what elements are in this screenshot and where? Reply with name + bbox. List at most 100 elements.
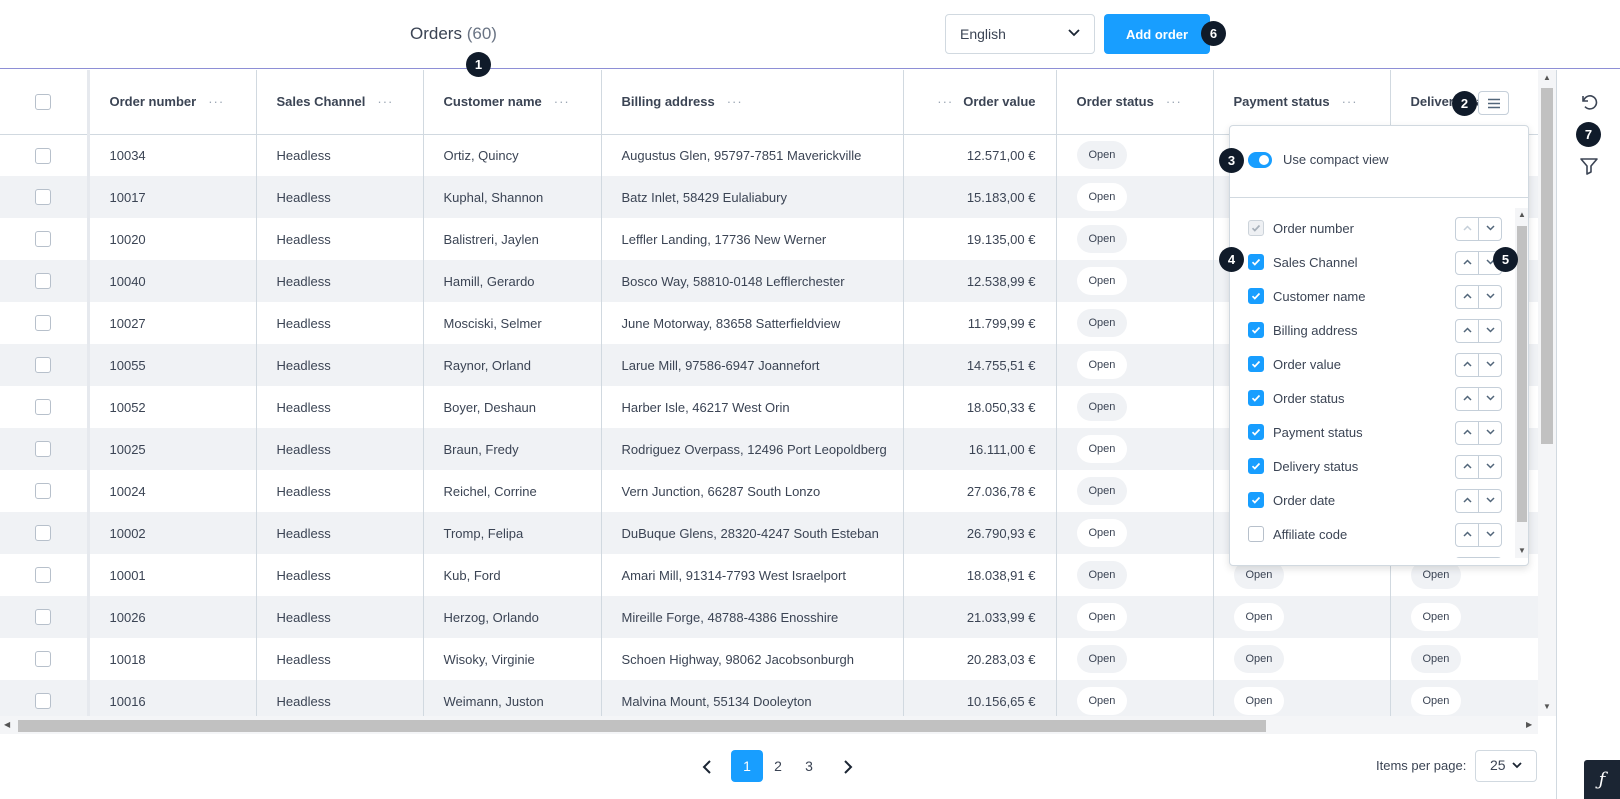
vertical-scrollbar-thumb[interactable] — [1541, 88, 1553, 444]
page-button-1[interactable]: 1 — [731, 750, 763, 782]
row-select-cell — [0, 554, 90, 596]
move-up-button[interactable] — [1456, 354, 1479, 376]
column-visibility-checkbox[interactable] — [1248, 390, 1264, 406]
order-number-cell[interactable]: 10026 — [88, 596, 257, 638]
row-checkbox[interactable] — [35, 693, 52, 710]
move-down-button[interactable] — [1479, 354, 1502, 376]
move-down-button[interactable] — [1479, 388, 1502, 410]
scroll-up-icon[interactable]: ▲ — [1518, 210, 1526, 219]
row-select-cell — [0, 680, 90, 716]
scroll-down-icon[interactable]: ▼ — [1543, 702, 1551, 711]
row-checkbox[interactable] — [35, 441, 52, 458]
column-menu-icon[interactable]: ··· — [1342, 94, 1358, 109]
order-number-cell[interactable]: 10055 — [88, 344, 257, 386]
row-checkbox[interactable] — [35, 189, 52, 206]
move-down-button[interactable] — [1479, 422, 1502, 444]
row-checkbox[interactable] — [35, 525, 52, 542]
chevron-right-icon[interactable] — [843, 760, 853, 774]
scroll-left-icon[interactable]: ◀ — [4, 720, 10, 729]
column-visibility-checkbox[interactable] — [1248, 254, 1264, 270]
column-visibility-checkbox[interactable] — [1248, 458, 1264, 474]
move-down-button[interactable] — [1479, 456, 1502, 478]
order-number-cell[interactable]: 10025 — [88, 428, 257, 470]
column-header-billing-address[interactable]: Billing address ··· — [601, 70, 904, 135]
vertical-scrollbar[interactable]: ▲ ▼ — [1538, 70, 1556, 716]
chevron-left-icon[interactable] — [702, 760, 712, 774]
add-order-button[interactable]: Add order — [1104, 14, 1210, 54]
row-checkbox[interactable] — [35, 399, 52, 416]
row-checkbox[interactable] — [35, 651, 52, 668]
order-value-cell: 27.036,78 € — [903, 470, 1057, 512]
order-number-cell[interactable]: 10020 — [88, 218, 257, 260]
filter-icon[interactable] — [1579, 156, 1599, 176]
move-up-button[interactable] — [1456, 456, 1479, 478]
order-number-cell[interactable]: 10034 — [88, 134, 257, 176]
move-down-button[interactable] — [1479, 490, 1502, 512]
order-number-cell[interactable]: 10052 — [88, 386, 257, 428]
row-checkbox[interactable] — [35, 273, 52, 290]
column-menu-icon[interactable]: ··· — [727, 94, 743, 109]
move-up-button[interactable] — [1456, 218, 1479, 240]
column-header-order-status[interactable]: Order status ··· — [1056, 70, 1214, 135]
language-select[interactable]: English — [945, 14, 1095, 54]
scroll-down-icon[interactable]: ▼ — [1518, 546, 1526, 555]
move-up-button[interactable] — [1456, 388, 1479, 410]
order-number-cell[interactable]: 10027 — [88, 302, 257, 344]
column-header-order-number[interactable]: Order number ··· — [88, 70, 257, 135]
column-visibility-checkbox[interactable] — [1248, 356, 1264, 372]
table-row[interactable]: 10016 Headless Weimann, Juston Malvina Moun… — [0, 680, 1538, 716]
table-row[interactable]: 10018 Headless Wisoky, Virginie Schoen High… — [0, 638, 1538, 680]
items-per-page-select[interactable]: 25 — [1475, 750, 1537, 782]
horizontal-scrollbar[interactable]: ◀ ▶ — [0, 716, 1538, 734]
row-checkbox[interactable] — [35, 147, 52, 164]
move-up-button[interactable] — [1456, 524, 1479, 546]
column-menu-icon[interactable]: ··· — [554, 94, 570, 109]
refresh-icon[interactable] — [1579, 92, 1599, 112]
column-menu-icon[interactable]: ··· — [377, 94, 393, 109]
move-down-button[interactable] — [1479, 218, 1502, 240]
move-up-button[interactable] — [1456, 490, 1479, 512]
row-checkbox[interactable] — [35, 567, 52, 584]
page-button-2[interactable]: 2 — [768, 750, 788, 782]
order-number-cell[interactable]: 10018 — [88, 638, 257, 680]
column-menu-icon[interactable]: ··· — [1166, 94, 1182, 109]
row-checkbox[interactable] — [35, 231, 52, 248]
order-number-cell[interactable]: 10002 — [88, 512, 257, 554]
scroll-right-icon[interactable]: ▶ — [1526, 720, 1532, 729]
column-list-scrollbar-thumb[interactable] — [1517, 226, 1527, 522]
column-visibility-checkbox[interactable] — [1248, 526, 1264, 542]
move-up-button[interactable] — [1456, 422, 1479, 444]
column-list: Order number Sales Channel Customer name Bi… — [1230, 208, 1515, 558]
column-menu-icon[interactable]: ··· — [937, 94, 953, 109]
order-number-cell[interactable]: 10017 — [88, 176, 257, 218]
move-down-button[interactable] — [1479, 286, 1502, 308]
column-menu-icon[interactable]: ··· — [208, 94, 224, 109]
column-header-sales-channel[interactable]: Sales Channel ··· — [256, 70, 424, 135]
move-up-button[interactable] — [1456, 320, 1479, 342]
column-visibility-checkbox[interactable] — [1248, 492, 1264, 508]
order-number-cell[interactable]: 10024 — [88, 470, 257, 512]
move-up-button[interactable] — [1456, 252, 1479, 274]
horizontal-scrollbar-thumb[interactable] — [18, 720, 1266, 732]
order-number-cell[interactable]: 10001 — [88, 554, 257, 596]
table-row[interactable]: 10026 Headless Herzog, Orlando Mireille For… — [0, 596, 1538, 638]
move-down-button[interactable] — [1479, 320, 1502, 342]
order-number-cell[interactable]: 10040 — [88, 260, 257, 302]
column-header-customer-name[interactable]: Customer name ··· — [423, 70, 602, 135]
row-checkbox[interactable] — [35, 357, 52, 374]
column-visibility-checkbox[interactable] — [1248, 424, 1264, 440]
select-all-checkbox[interactable] — [35, 94, 52, 111]
column-header-order-value[interactable]: ··· Order value — [903, 70, 1057, 135]
compact-view-toggle[interactable] — [1248, 152, 1272, 168]
row-checkbox[interactable] — [35, 483, 52, 500]
column-settings-button[interactable] — [1478, 91, 1509, 115]
row-checkbox[interactable] — [35, 609, 52, 626]
order-number-cell[interactable]: 10016 — [88, 680, 257, 716]
page-button-3[interactable]: 3 — [799, 750, 819, 782]
scroll-up-icon[interactable]: ▲ — [1543, 73, 1551, 82]
column-visibility-checkbox[interactable] — [1248, 288, 1264, 304]
move-down-button[interactable] — [1479, 524, 1502, 546]
column-visibility-checkbox[interactable] — [1248, 322, 1264, 338]
move-up-button[interactable] — [1456, 286, 1479, 308]
row-checkbox[interactable] — [35, 315, 52, 332]
